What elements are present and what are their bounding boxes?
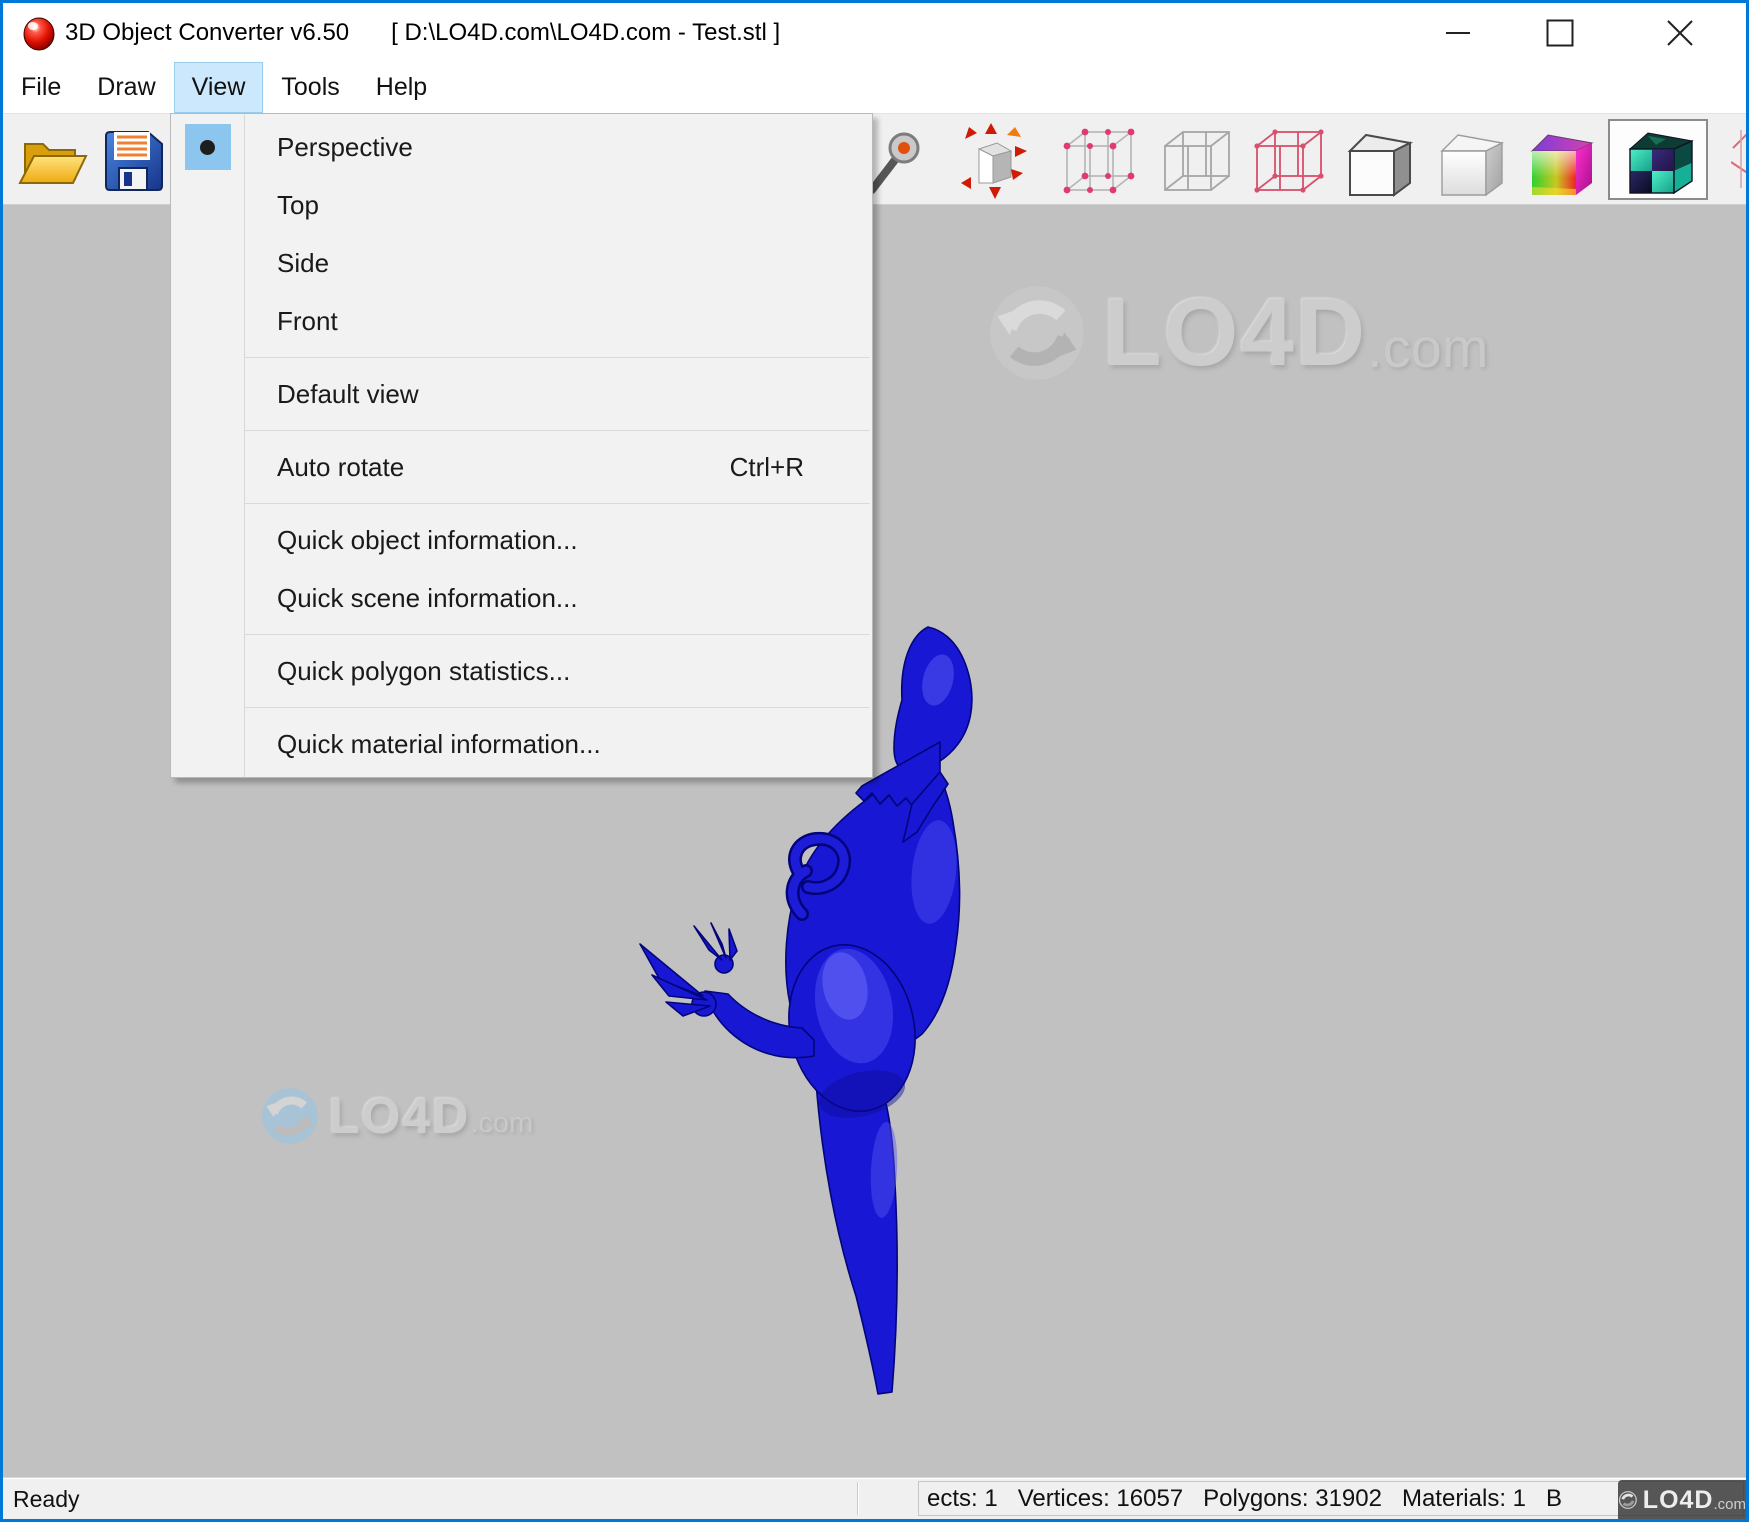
menu-tools[interactable]: Tools (263, 62, 357, 113)
menu-item-label: Top (277, 189, 319, 220)
menu-separator (171, 627, 872, 642)
menu-item-quick-object-information[interactable]: Quick object information... (171, 511, 872, 569)
menu-item-label: Perspective (277, 131, 413, 162)
maximize-icon (1546, 19, 1574, 46)
watermark-text: LO4D (1642, 1485, 1714, 1514)
red-wireframe-cube-icon (1254, 129, 1324, 193)
status-model-info: ects: 1 Vertices: 16057 Polygons: 31902 … (927, 1484, 1563, 1512)
smooth-shaded-cube-button[interactable] (1429, 122, 1513, 200)
gradient-colored-cube-icon (1530, 134, 1594, 195)
menu-item-label: Side (277, 247, 330, 278)
menu-item-quick-scene-information[interactable]: Quick scene information... (171, 569, 872, 627)
menu-item-perspective[interactable]: Perspective (171, 118, 872, 176)
axis-lines-icon (1731, 130, 1746, 188)
menu-item-label: Front (277, 305, 338, 336)
maximize-button[interactable] (1514, 3, 1606, 62)
menu-item-label: Quick material information... (277, 728, 601, 759)
menu-help[interactable]: Help (358, 62, 445, 113)
status-separator (857, 1482, 858, 1515)
watermark-badge: LO4D .com (1618, 1480, 1746, 1519)
title-bar[interactable]: 3D Object Converter v6.50 [ D:\LO4D.com\… (3, 3, 1746, 62)
status-bar: Ready ects: 1 Vertices: 16057 Polygons: … (3, 1477, 1746, 1519)
menu-separator (171, 423, 872, 438)
menu-separator (171, 496, 872, 511)
smooth-shaded-cube-icon (1440, 134, 1505, 197)
flat-shaded-cube-button[interactable] (1337, 122, 1421, 200)
menu-item-label: Quick object information... (277, 524, 578, 555)
open-file-button[interactable] (11, 122, 95, 200)
menu-item-auto-rotate[interactable]: Auto rotate Ctrl+R (171, 438, 872, 496)
lo4d-logo-icon (1618, 1491, 1637, 1509)
textured-checker-cube-icon (1628, 131, 1694, 194)
menu-item-side[interactable]: Side (171, 234, 872, 292)
menu-item-label: Auto rotate (277, 451, 405, 482)
menu-separator (171, 350, 872, 365)
exploding-cube-icon (961, 123, 1027, 199)
wireframe-cube-icon (1164, 131, 1230, 191)
wireframe-cube-button[interactable] (1155, 122, 1239, 200)
vertex-cube-button[interactable] (1057, 122, 1141, 200)
menu-item-quick-material-information[interactable]: Quick material information... (171, 715, 872, 773)
app-icon (23, 17, 55, 50)
menu-item-label: Quick scene information... (277, 582, 578, 613)
menu-view[interactable]: View (173, 62, 264, 113)
menu-item-top[interactable]: Top (171, 176, 872, 234)
app-window: 3D Object Converter v6.50 [ D:\LO4D.com\… (0, 0, 1749, 1522)
close-button[interactable] (1628, 3, 1732, 62)
minimize-icon (1446, 31, 1470, 34)
save-floppy-icon (105, 131, 163, 191)
textured-cube-button-selected[interactable] (1608, 119, 1708, 200)
minimize-button[interactable] (1412, 3, 1504, 62)
menu-draw[interactable]: Draw (79, 62, 173, 113)
save-file-button[interactable] (91, 122, 175, 200)
menu-bar: File Draw View Tools Help (3, 62, 1746, 113)
gradient-cube-button[interactable] (1519, 122, 1603, 200)
status-ready: Ready (13, 1486, 80, 1512)
pin-probe-icon (868, 132, 920, 194)
open-folder-icon (18, 143, 88, 184)
menu-item-default-view[interactable]: Default view (171, 365, 872, 423)
watermark-tld: .com (1713, 1495, 1746, 1513)
menu-file[interactable]: File (3, 62, 79, 113)
radio-selected-indicator (171, 118, 244, 176)
menu-separator (171, 700, 872, 715)
red-wireframe-cube-button[interactable] (1247, 122, 1331, 200)
explode-normals-button[interactable] (949, 122, 1033, 200)
axis-icon-partial[interactable] (1731, 122, 1746, 200)
menu-item-label: Default view (277, 378, 419, 409)
view-menu-dropdown: Perspective Top Side Front Default view … (170, 113, 873, 778)
menu-item-front[interactable]: Front (171, 292, 872, 350)
vertex-wireframe-cube-icon (1063, 128, 1135, 194)
radio-dot-icon (200, 139, 215, 155)
menu-item-label: Quick polygon statistics... (277, 655, 571, 686)
document-title: [ D:\LO4D.com\LO4D.com - Test.stl ] (391, 18, 781, 46)
app-title: 3D Object Converter v6.50 (65, 18, 350, 46)
close-icon (1667, 19, 1693, 46)
menu-item-shortcut: Ctrl+R (729, 451, 804, 482)
menu-item-quick-polygon-statistics[interactable]: Quick polygon statistics... (171, 642, 872, 700)
flat-shaded-cube-icon (1347, 133, 1414, 197)
